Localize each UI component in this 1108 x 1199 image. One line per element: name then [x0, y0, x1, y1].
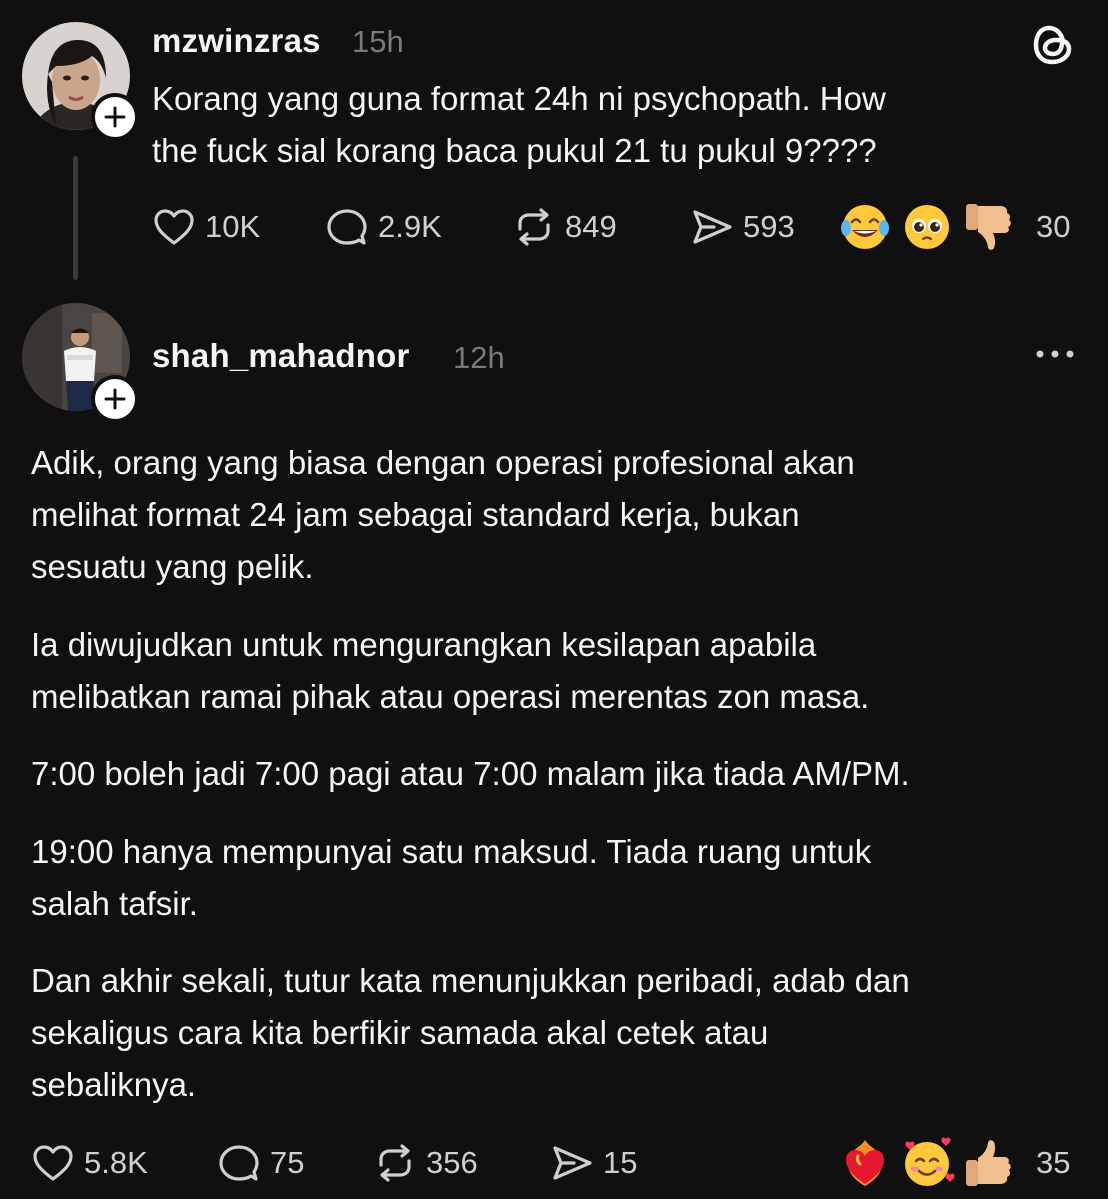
post1-reply-count: 2.9K [378, 209, 442, 244]
post1-repost-count: 849 [565, 209, 617, 244]
post1-share-button[interactable]: 593 [690, 207, 795, 247]
post2-reply-button[interactable]: 75 [217, 1143, 304, 1183]
post2-reaction-count: 35 [1036, 1145, 1071, 1180]
post1-repost-button[interactable]: 849 [512, 207, 617, 247]
thumbs-up-icon [960, 1134, 1018, 1192]
post1-reactions[interactable] [836, 198, 1022, 256]
post2-like-count: 5.8K [84, 1145, 148, 1180]
post2-text-line: Dan akhir sekali, tutur kata menunjukkan… [31, 962, 910, 999]
post2-reply-count: 75 [270, 1145, 305, 1180]
post1-text: Korang yang guna format 24h ni psychopat… [152, 73, 886, 177]
post2-text-line: sebaliknya. [31, 1066, 197, 1103]
repost-icon [512, 207, 556, 247]
heart-icon [31, 1143, 75, 1183]
post2-text-line: Adik, orang yang biasa dengan operasi pr… [31, 444, 855, 481]
post2-text-line: sekaligus cara kita berfikir samada akal… [31, 1014, 769, 1051]
post2-paragraph: Dan akhir sekali, tutur kata menunjukkan… [31, 955, 910, 1111]
pleading-face-icon [898, 198, 956, 256]
post2-paragraph: Adik, orang yang biasa dengan operasi pr… [31, 437, 855, 593]
plus-icon [104, 106, 126, 128]
smiling-face-with-hearts-icon [898, 1134, 956, 1192]
post2-timestamp: 12h [453, 340, 505, 375]
post2-paragraph: 7:00 boleh jadi 7:00 pagi atau 7:00 mala… [31, 748, 910, 800]
post1-reply-button[interactable]: 2.9K [325, 207, 442, 247]
follow-plus-button[interactable] [91, 93, 139, 141]
heart-on-fire-icon [836, 1134, 894, 1192]
post2-repost-button[interactable]: 356 [373, 1143, 478, 1183]
post1-username[interactable]: mzwinzras [152, 22, 321, 60]
heart-icon [152, 207, 196, 247]
send-icon [550, 1143, 594, 1183]
comment-icon [325, 207, 369, 247]
post2-text-line: melihat format 24 jam sebagai standard k… [31, 496, 800, 533]
post2-text-line: melibatkan ramai pihak atau operasi mere… [31, 678, 870, 715]
face-with-tears-of-joy-icon [836, 198, 894, 256]
post2-username[interactable]: shah_mahadnor [152, 337, 410, 375]
post1-share-count: 593 [743, 209, 795, 244]
send-icon [690, 207, 734, 247]
post1-timestamp: 15h [352, 24, 404, 59]
post2-text-line: Ia diwujudkan untuk mengurangkan kesilap… [31, 626, 817, 663]
comment-icon [217, 1143, 261, 1183]
follow-plus-button[interactable] [91, 375, 139, 423]
repost-icon [373, 1143, 417, 1183]
post1-like-button[interactable]: 10K [152, 207, 260, 247]
post2-reactions[interactable] [836, 1134, 1022, 1192]
post2-share-count: 15 [603, 1145, 638, 1180]
post1-text-line: the fuck sial korang baca pukul 21 tu pu… [152, 132, 877, 169]
post2-paragraph: Ia diwujudkan untuk mengurangkan kesilap… [31, 619, 869, 723]
post2-text-line: 7:00 boleh jadi 7:00 pagi atau 7:00 mala… [31, 755, 910, 792]
more-options-icon[interactable] [1032, 344, 1078, 364]
post2-paragraph: 19:00 hanya mempunyai satu maksud. Tiada… [31, 826, 871, 930]
post2-like-button[interactable]: 5.8K [31, 1143, 148, 1183]
post2-repost-count: 356 [426, 1145, 478, 1180]
post1-reaction-count: 30 [1036, 209, 1071, 244]
threads-logo-icon[interactable] [1028, 20, 1078, 70]
post1-text-line: Korang yang guna format 24h ni psychopat… [152, 80, 886, 117]
thread-connector-line [73, 156, 78, 280]
plus-icon [104, 388, 126, 410]
post2-text-line: salah tafsir. [31, 885, 198, 922]
post1-like-count: 10K [205, 209, 261, 244]
post2-share-button[interactable]: 15 [550, 1143, 637, 1183]
post2-text-line: 19:00 hanya mempunyai satu maksud. Tiada… [31, 833, 872, 870]
thumbs-down-icon [960, 198, 1018, 256]
post2-text-line: sesuatu yang pelik. [31, 548, 314, 585]
